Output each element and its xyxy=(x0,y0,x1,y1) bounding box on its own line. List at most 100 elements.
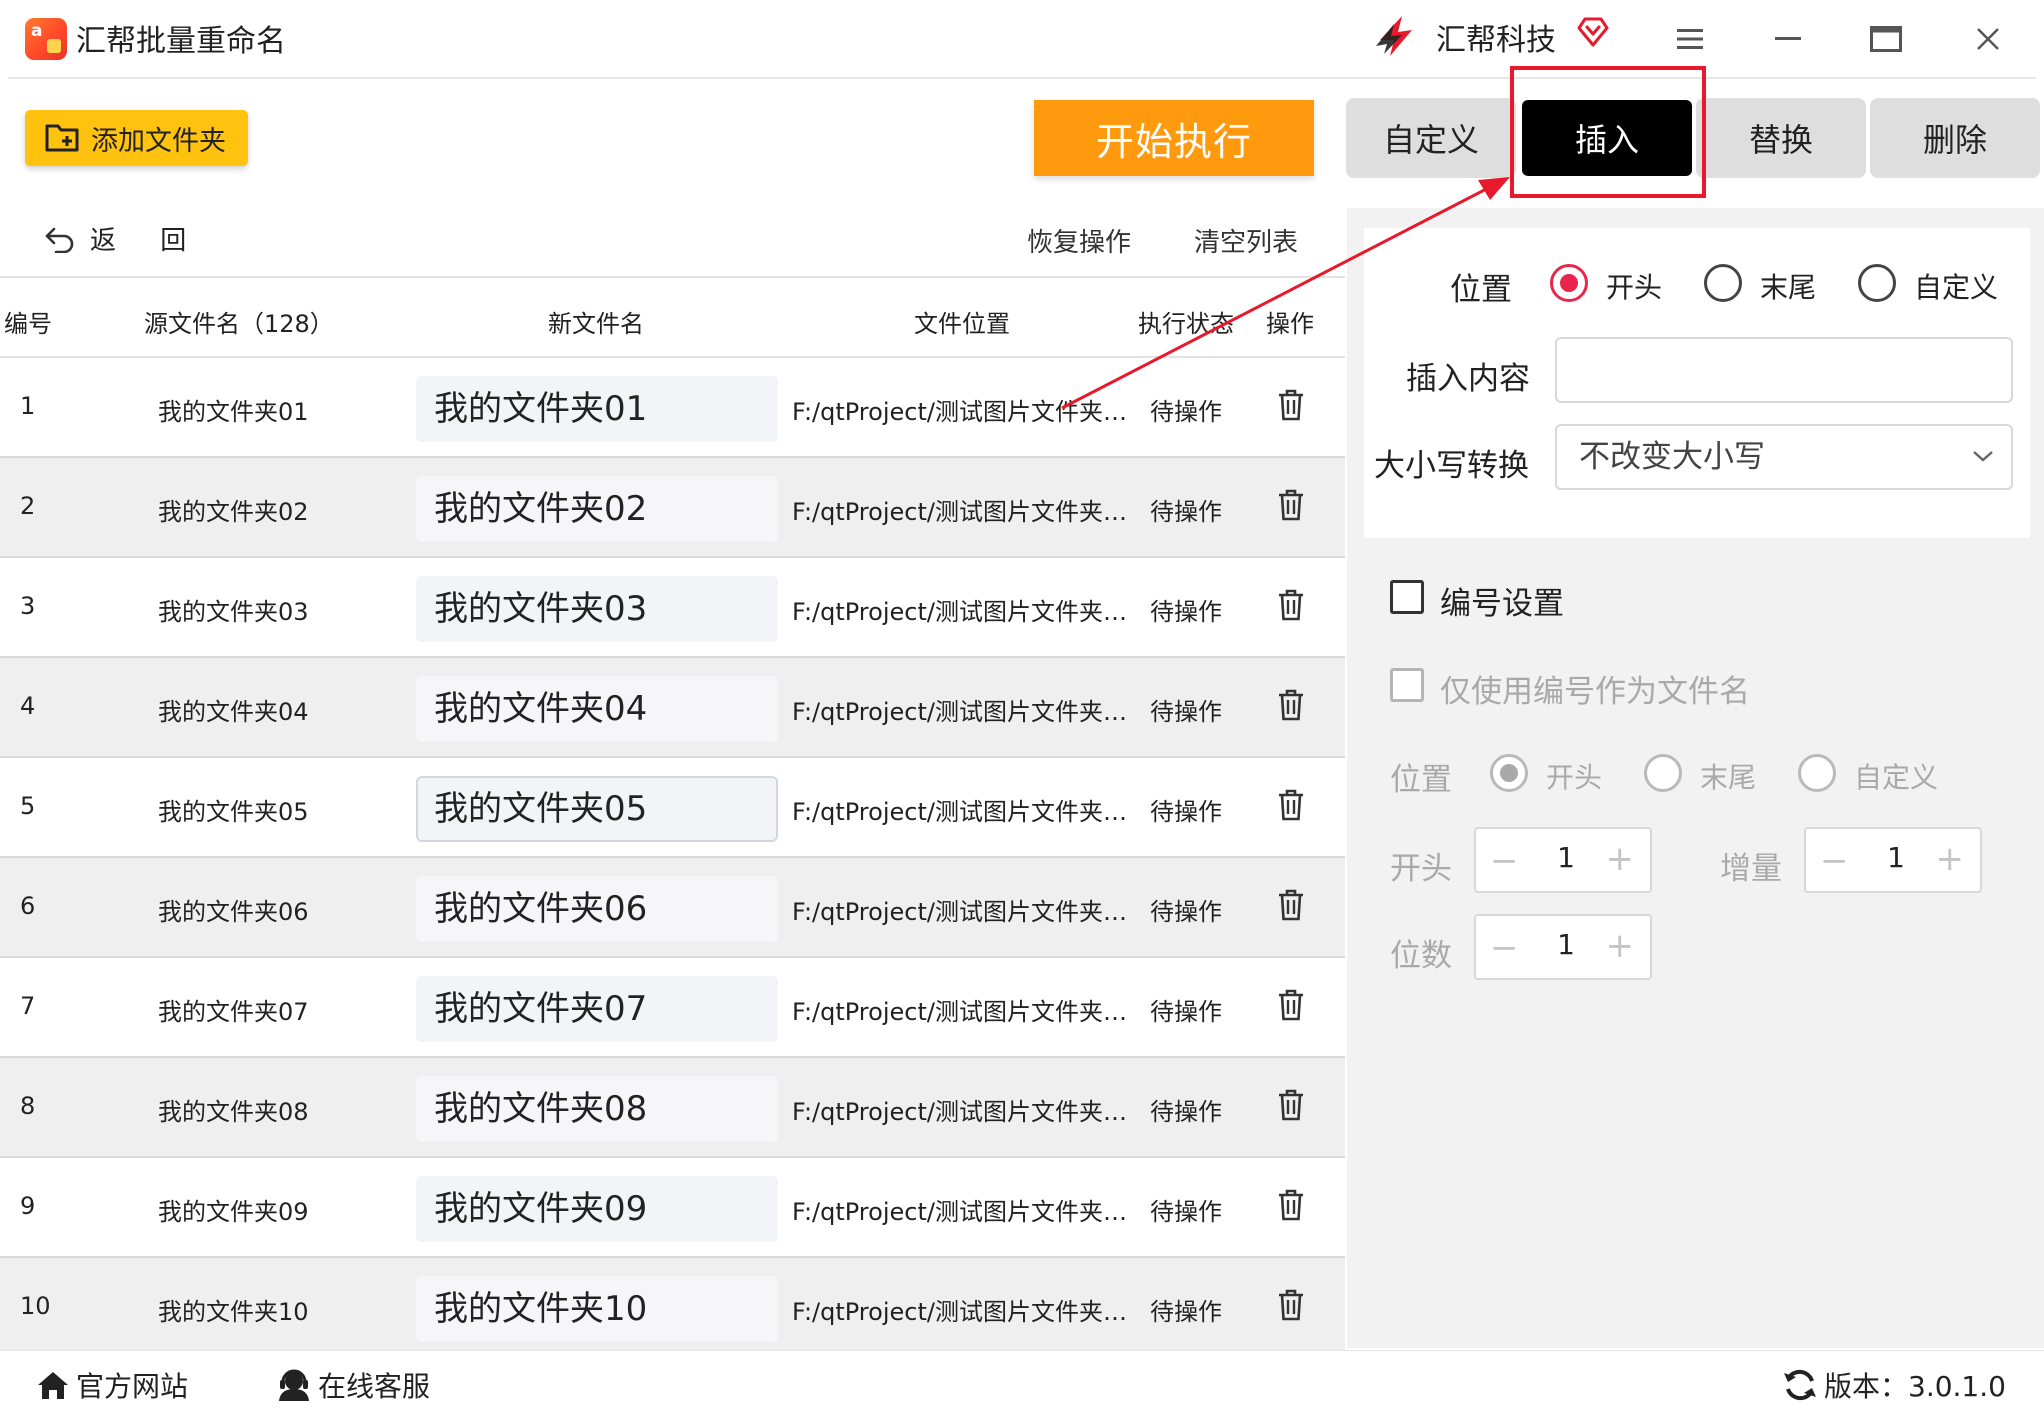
table-row[interactable]: 9 我的文件夹09 我的文件夹09 F:/qtProject/测试图片文件夹/... 待… xyxy=(0,1158,1345,1258)
hamburger-menu-icon[interactable] xyxy=(1660,16,1720,62)
insert-tab-highlight xyxy=(1510,66,1706,198)
position-radio-start[interactable] xyxy=(1550,264,1588,302)
start-increment-button[interactable]: + xyxy=(1606,839,1635,879)
website-label: 官方网站 xyxy=(76,1370,189,1403)
trash-icon[interactable] xyxy=(1276,888,1306,924)
digits-value: 1 xyxy=(1557,928,1575,961)
new-name-field[interactable]: 我的文件夹01 xyxy=(416,376,778,442)
table-row[interactable]: 4 我的文件夹04 我的文件夹04 F:/qtProject/测试图片文件夹/... 待… xyxy=(0,658,1345,758)
huibang-logo-icon xyxy=(1376,16,1412,56)
new-name-field[interactable]: 我的文件夹07 xyxy=(416,976,778,1042)
trash-icon[interactable] xyxy=(1276,1088,1306,1124)
source-name: 我的文件夹09 xyxy=(158,1198,309,1226)
numbering-radio-custom[interactable] xyxy=(1798,754,1836,792)
position-radio-custom[interactable] xyxy=(1858,264,1896,302)
numbering-label: 编号设置 xyxy=(1440,586,1564,622)
row-number: 2 xyxy=(20,492,36,520)
position-radio-end[interactable] xyxy=(1704,264,1742,302)
start-button[interactable]: 开始执行 xyxy=(1034,100,1314,176)
minimize-icon[interactable] xyxy=(1758,16,1818,62)
digits-label: 位数 xyxy=(1390,938,1452,974)
header-num: 编号 xyxy=(4,310,52,338)
table-row[interactable]: 3 我的文件夹03 我的文件夹03 F:/qtProject/测试图片文件夹/... 待… xyxy=(0,558,1345,658)
numbering-radio-end[interactable] xyxy=(1644,754,1682,792)
new-name-field[interactable]: 我的文件夹06 xyxy=(416,876,778,942)
official-website-link[interactable]: 官方网站 xyxy=(36,1365,188,1405)
new-name-field[interactable]: 我的文件夹09 xyxy=(416,1176,778,1242)
status-text: 待操作 xyxy=(1150,698,1222,726)
increment-label: 增量 xyxy=(1720,851,1782,887)
trash-icon[interactable] xyxy=(1276,1288,1306,1324)
increment-decrement-button[interactable]: − xyxy=(1820,841,1849,881)
table-row[interactable]: 6 我的文件夹06 我的文件夹06 F:/qtProject/测试图片文件夹/... 待… xyxy=(0,858,1345,958)
version-label: 版本：3.0.1.0 xyxy=(1824,1370,2006,1403)
status-text: 待操作 xyxy=(1150,598,1222,626)
table-row[interactable]: 5 我的文件夹05 我的文件夹05 F:/qtProject/测试图片文件夹/... 待… xyxy=(0,758,1345,858)
trash-icon[interactable] xyxy=(1276,588,1306,624)
numbering-checkbox[interactable] xyxy=(1390,580,1424,614)
tab-delete[interactable]: 删除 xyxy=(1870,98,2040,178)
back-button[interactable]: 返 回 xyxy=(44,220,204,257)
trash-icon[interactable] xyxy=(1276,688,1306,724)
table-row[interactable]: 2 我的文件夹02 我的文件夹02 F:/qtProject/测试图片文件夹/... 待… xyxy=(0,458,1345,558)
new-name-field[interactable]: 我的文件夹08 xyxy=(416,1076,778,1142)
only-number-checkbox[interactable] xyxy=(1390,668,1424,702)
header-new-name: 新文件名 xyxy=(548,310,644,338)
tab-replace[interactable]: 替换 xyxy=(1696,98,1866,178)
insert-content-label: 插入内容 xyxy=(1406,361,1530,397)
increment-stepper[interactable]: − 1 + xyxy=(1804,827,1982,893)
close-icon[interactable] xyxy=(1958,16,2018,62)
file-location: F:/qtProject/测试图片文件夹/... xyxy=(792,598,1132,626)
row-number: 3 xyxy=(20,592,36,620)
trash-icon[interactable] xyxy=(1276,788,1306,824)
add-folder-button[interactable]: 添加文件夹 xyxy=(25,110,248,166)
headset-icon xyxy=(279,1369,309,1401)
trash-icon[interactable] xyxy=(1276,988,1306,1024)
source-name: 我的文件夹04 xyxy=(158,698,309,726)
maximize-icon[interactable] xyxy=(1856,16,1916,62)
numbering-option-custom: 自定义 xyxy=(1854,761,1939,794)
undo-arrow-icon xyxy=(45,227,74,253)
trash-icon[interactable] xyxy=(1276,488,1306,524)
case-convert-select[interactable]: 不改变大小写 xyxy=(1555,424,2013,490)
case-convert-label: 大小写转换 xyxy=(1374,448,1529,484)
brand-name: 汇帮科技 xyxy=(1436,23,1556,58)
insert-content-input[interactable] xyxy=(1555,337,2013,403)
source-name: 我的文件夹07 xyxy=(158,998,309,1026)
digits-increment-button[interactable]: + xyxy=(1606,926,1635,966)
file-location: F:/qtProject/测试图片文件夹/... xyxy=(792,1298,1132,1326)
folder-plus-icon xyxy=(45,124,79,152)
only-number-label: 仅使用编号作为文件名 xyxy=(1440,674,1750,710)
app-icon xyxy=(25,18,67,60)
row-number: 1 xyxy=(20,392,36,420)
start-stepper[interactable]: − 1 + xyxy=(1474,827,1652,893)
digits-decrement-button[interactable]: − xyxy=(1490,928,1519,968)
tab-custom[interactable]: 自定义 xyxy=(1346,98,1516,178)
new-name-field[interactable]: 我的文件夹03 xyxy=(416,576,778,642)
new-name-field[interactable]: 我的文件夹02 xyxy=(416,476,778,542)
digits-stepper[interactable]: − 1 + xyxy=(1474,914,1652,980)
trash-icon[interactable] xyxy=(1276,1188,1306,1224)
restore-button[interactable]: 恢复操作 xyxy=(1027,222,1131,259)
file-location: F:/qtProject/测试图片文件夹/... xyxy=(792,798,1132,826)
status-text: 待操作 xyxy=(1150,398,1222,426)
trash-icon[interactable] xyxy=(1276,388,1306,424)
new-name-field[interactable]: 我的文件夹04 xyxy=(416,676,778,742)
table-row[interactable]: 8 我的文件夹08 我的文件夹08 F:/qtProject/测试图片文件夹/... 待… xyxy=(0,1058,1345,1158)
version-info: 版本：3.0.1.0 xyxy=(1782,1365,2006,1405)
vip-heart-icon[interactable] xyxy=(1576,14,1610,48)
clear-list-button[interactable]: 清空列表 xyxy=(1194,222,1298,259)
increment-increment-button[interactable]: + xyxy=(1936,839,1965,879)
new-name-field[interactable]: 我的文件夹05 xyxy=(416,776,778,842)
row-number: 4 xyxy=(20,692,36,720)
table-header: 编号 源文件名（128） 新文件名 文件位置 执行状态 操作 xyxy=(0,276,1345,358)
online-support-link[interactable]: 在线客服 xyxy=(276,1365,430,1405)
table-row[interactable]: 7 我的文件夹07 我的文件夹07 F:/qtProject/测试图片文件夹/... 待… xyxy=(0,958,1345,1058)
start-decrement-button[interactable]: − xyxy=(1490,841,1519,881)
new-name-field[interactable]: 我的文件夹10 xyxy=(416,1276,778,1342)
table-row[interactable]: 10 我的文件夹10 我的文件夹10 F:/qtProject/测试图片文件夹/...… xyxy=(0,1258,1345,1358)
chevron-down-icon xyxy=(1973,451,1993,462)
table-row[interactable]: 1 我的文件夹01 我的文件夹01 F:/qtProject/测试图片文件夹/... 待… xyxy=(0,358,1345,458)
numbering-radio-start[interactable] xyxy=(1490,754,1528,792)
add-folder-label: 添加文件夹 xyxy=(91,125,226,157)
